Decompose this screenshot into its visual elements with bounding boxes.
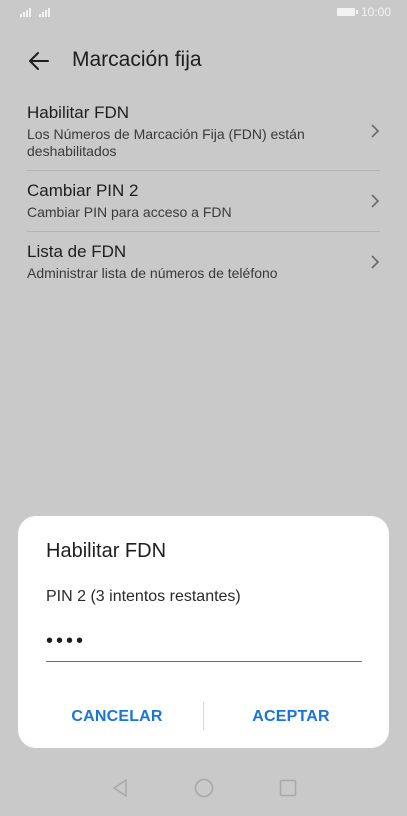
app-bar: Marcación fija [0, 38, 407, 84]
nav-back-icon[interactable] [109, 777, 131, 799]
navigation-bar [0, 760, 407, 816]
status-time: 10:00 [360, 5, 391, 19]
pin-field-label: PIN 2 (3 intentos restantes) [46, 588, 241, 605]
list-item-title: Habilitar FDN [27, 103, 130, 122]
list-item-lista-fdn[interactable]: Lista de FDN Administrar lista de número… [0, 231, 407, 292]
status-bar: 10:00 [0, 0, 407, 24]
settings-list: Habilitar FDN Los Números de Marcación F… [0, 92, 407, 292]
cancel-button[interactable]: CANCELAR [38, 694, 196, 740]
pin2-input[interactable] [46, 622, 362, 662]
nav-recents-icon[interactable] [277, 777, 299, 799]
signal-indicators [20, 7, 50, 17]
signal-icon [39, 7, 50, 17]
list-item-subtitle: Los Números de Marcación Fija (FDN) está… [27, 126, 305, 159]
dialog-actions: CANCELAR ACEPTAR [18, 694, 389, 740]
list-item-title: Lista de FDN [27, 242, 127, 261]
list-item-habilitar-fdn[interactable]: Habilitar FDN Los Números de Marcación F… [0, 92, 407, 170]
nav-home-icon[interactable] [193, 777, 215, 799]
chevron-right-icon [371, 254, 380, 269]
chevron-right-icon [371, 124, 380, 138]
chevron-right-icon [371, 193, 380, 208]
dialog-title: Habilitar FDN [46, 540, 167, 562]
battery-icon [336, 8, 358, 16]
list-item-cambiar-pin2[interactable]: Cambiar PIN 2 Cambiar PIN para acceso a … [0, 170, 407, 231]
list-item-subtitle: Cambiar PIN para acceso a FDN [27, 204, 232, 220]
page-title: Marcación fija [72, 48, 202, 71]
button-divider [203, 702, 204, 730]
list-item-subtitle: Administrar lista de números de teléfono [27, 265, 278, 281]
accept-button[interactable]: ACEPTAR [212, 694, 370, 740]
back-arrow-icon[interactable] [26, 48, 52, 74]
list-item-title: Cambiar PIN 2 [27, 181, 139, 200]
enable-fdn-dialog: Habilitar FDN PIN 2 (3 intentos restante… [18, 516, 389, 748]
signal-icon [20, 7, 31, 17]
